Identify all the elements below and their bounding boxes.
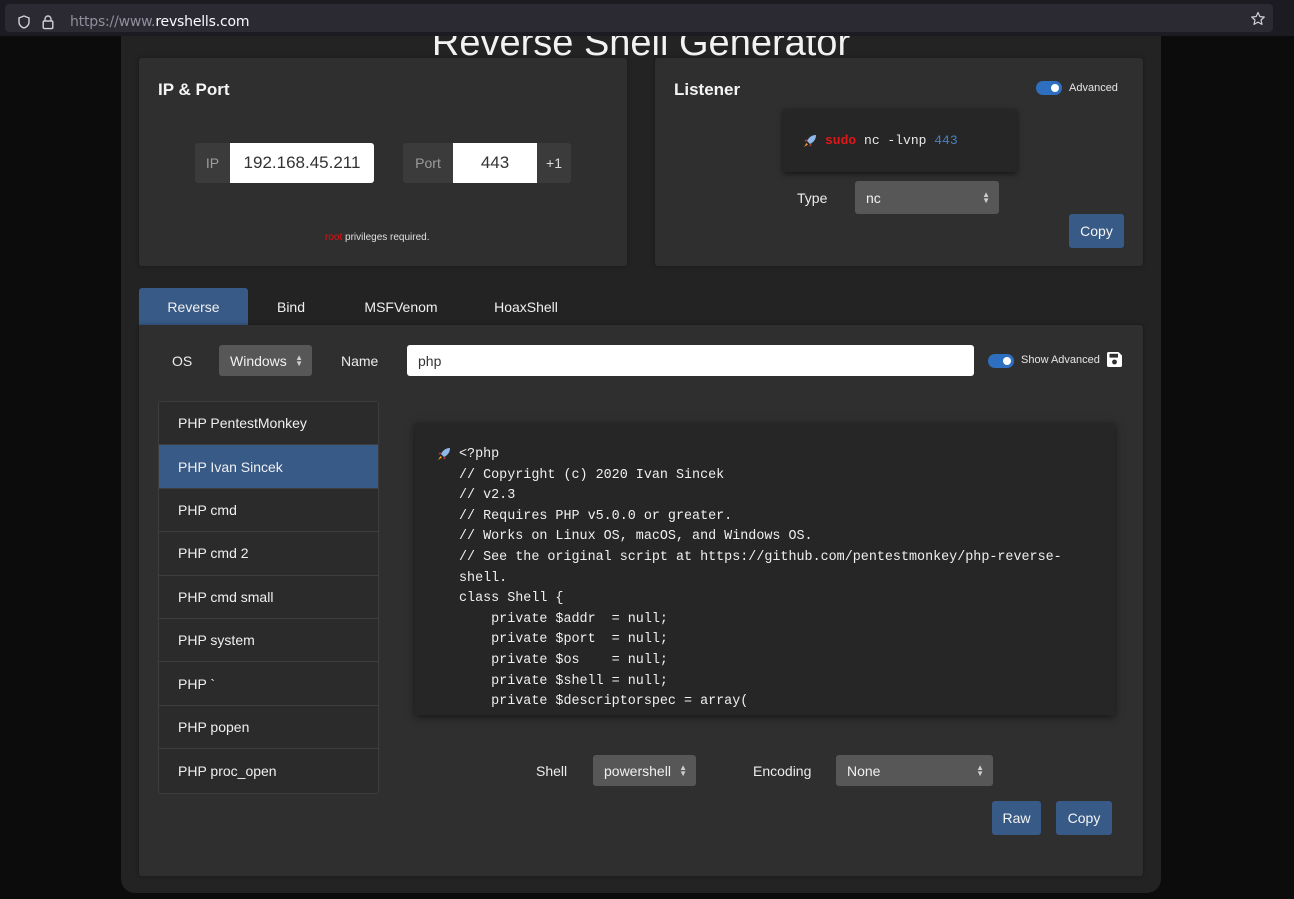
rocket-icon bbox=[438, 448, 450, 460]
port-increment-button[interactable]: +1 bbox=[537, 143, 571, 183]
os-select[interactable]: Windows ▲ ▼ bbox=[219, 345, 312, 376]
list-item[interactable]: PHP cmd small bbox=[159, 576, 378, 619]
listener-command-text: nc -lvnp bbox=[856, 133, 935, 148]
listener-card: Listener Advanced sudo nc -lvnp 443 Type… bbox=[655, 58, 1143, 266]
listener-type-value: nc bbox=[866, 189, 881, 206]
listener-port-text: 443 bbox=[934, 133, 958, 148]
show-advanced-label: Show Advanced bbox=[1021, 354, 1100, 366]
tab-msfvenom[interactable]: MSFVenom bbox=[351, 288, 451, 325]
advanced-toggle[interactable] bbox=[1036, 81, 1062, 95]
ip-port-title: IP & Port bbox=[158, 80, 230, 99]
raw-button[interactable]: Raw bbox=[992, 801, 1041, 835]
list-item[interactable]: PHP popen bbox=[159, 706, 378, 750]
type-label: Type bbox=[797, 190, 828, 206]
listener-title: Listener bbox=[674, 80, 741, 99]
show-advanced-toggle[interactable] bbox=[988, 354, 1014, 368]
os-value: Windows bbox=[230, 352, 287, 369]
shell-label: Shell bbox=[536, 763, 568, 779]
payload-code: <?php // Copyright (c) 2020 Ivan Sincek … bbox=[459, 447, 1062, 710]
list-item[interactable]: PHP cmd bbox=[159, 489, 378, 533]
app-container: Reverse Shell Generator IP & Port IP 192… bbox=[121, 36, 1161, 893]
listener-command-box[interactable]: sudo nc -lvnp 443 bbox=[783, 109, 1017, 172]
shell-value: powershell bbox=[604, 762, 671, 779]
port-input[interactable]: 443 bbox=[453, 143, 537, 183]
port-label: Port bbox=[403, 143, 453, 183]
select-arrows-icon: ▲ ▼ bbox=[976, 762, 984, 778]
url-bar[interactable]: https://www.revshells.com bbox=[5, 4, 1273, 32]
tab-hoaxshell[interactable]: HoaxShell bbox=[481, 288, 571, 325]
url-host: revshells.com bbox=[155, 14, 250, 30]
sudo-text: sudo bbox=[825, 133, 857, 148]
privileges-note: root privileges required. bbox=[325, 232, 430, 243]
list-item[interactable]: PHP ` bbox=[159, 662, 378, 706]
payload-copy-button[interactable]: Copy bbox=[1056, 801, 1112, 835]
root-text: root bbox=[325, 232, 343, 243]
listener-type-select[interactable]: nc ▲ ▼ bbox=[855, 181, 999, 214]
advanced-label: Advanced bbox=[1069, 82, 1118, 94]
os-label: OS bbox=[172, 353, 193, 369]
list-item[interactable]: PHP cmd 2 bbox=[159, 532, 378, 576]
floppy-disk-icon[interactable] bbox=[1106, 351, 1123, 368]
list-item[interactable]: PHP system bbox=[159, 619, 378, 663]
browser-toolbar: https://www.revshells.com bbox=[0, 0, 1294, 36]
list-item[interactable]: PHP PentestMonkey bbox=[159, 402, 378, 446]
tab-reverse[interactable]: Reverse bbox=[139, 288, 248, 325]
url-text[interactable]: https://www.revshells.com bbox=[70, 14, 249, 30]
encoding-value: None bbox=[847, 762, 881, 779]
ip-input[interactable]: 192.168.45.211 bbox=[230, 143, 374, 183]
shield-icon[interactable] bbox=[18, 15, 30, 29]
select-arrows-icon: ▲ ▼ bbox=[295, 352, 303, 368]
shell-select[interactable]: powershell ▲ ▼ bbox=[593, 755, 696, 786]
privileges-text: privileges required. bbox=[342, 232, 430, 243]
ip-label: IP bbox=[195, 143, 230, 183]
encoding-select[interactable]: None ▲ ▼ bbox=[836, 755, 993, 786]
lock-icon[interactable] bbox=[42, 15, 54, 30]
ip-port-card: IP & Port IP 192.168.45.211 Port 443 +1 … bbox=[139, 58, 627, 266]
name-label: Name bbox=[341, 353, 379, 369]
select-arrows-icon: ▲ ▼ bbox=[982, 189, 990, 205]
encoding-label: Encoding bbox=[753, 763, 812, 779]
tab-bind[interactable]: Bind bbox=[259, 288, 323, 325]
url-scheme: https://www. bbox=[70, 14, 156, 30]
shell-list: PHP PentestMonkey PHP Ivan Sincek PHP cm… bbox=[158, 401, 379, 794]
list-item[interactable]: PHP proc_open bbox=[159, 749, 378, 792]
bookmark-star-icon[interactable] bbox=[1250, 11, 1266, 27]
listener-copy-button[interactable]: Copy bbox=[1069, 214, 1124, 248]
list-item[interactable]: PHP Ivan Sincek bbox=[159, 445, 378, 489]
listener-command: sudo nc -lvnp 443 bbox=[825, 133, 958, 148]
name-search-input[interactable]: php bbox=[407, 345, 974, 376]
port-input-group: Port 443 +1 bbox=[403, 143, 571, 183]
rocket-icon bbox=[804, 135, 816, 147]
payload-code-box[interactable]: <?php // Copyright (c) 2020 Ivan Sincek … bbox=[415, 423, 1115, 715]
select-arrows-icon: ▲ ▼ bbox=[679, 762, 687, 778]
ip-input-group: IP 192.168.45.211 bbox=[195, 143, 374, 183]
